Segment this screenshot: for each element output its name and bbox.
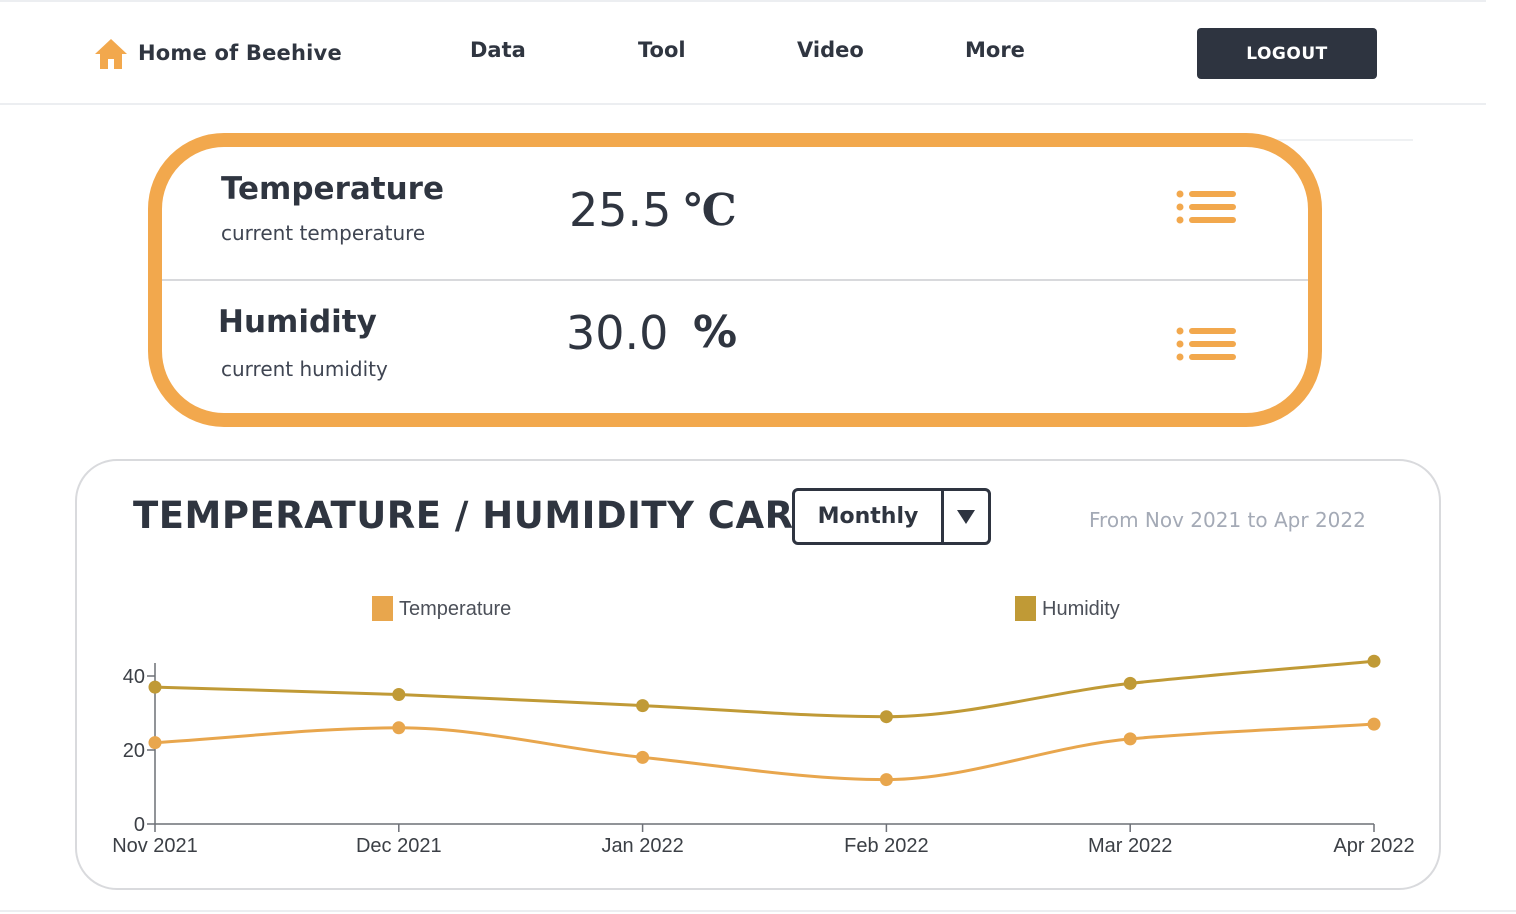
- list-icon[interactable]: [1176, 327, 1238, 363]
- temperature-point: [1367, 717, 1381, 731]
- y-tick-label: 0: [134, 814, 145, 836]
- humidity-series-line: [154, 659, 1375, 719]
- humidity-legend-label: Humidity: [1042, 598, 1120, 620]
- period-select-value: Monthly: [817, 504, 919, 529]
- y-tick-label: 20: [123, 740, 145, 762]
- x-tick-label: Feb 2022: [844, 835, 929, 857]
- temperature-title: Temperature: [221, 171, 444, 207]
- x-tick-label: Mar 2022: [1088, 835, 1173, 857]
- chart-title: TEMPERATURE / HUMIDITY CARVE: [133, 494, 849, 537]
- humidity-value: 30.0: [566, 306, 669, 360]
- nav-video[interactable]: Video: [797, 38, 864, 62]
- period-select[interactable]: Monthly: [792, 488, 991, 545]
- divider: [0, 910, 1516, 912]
- date-range: From Nov 2021 to Apr 2022: [1089, 508, 1366, 532]
- humidity-point: [636, 699, 650, 713]
- humidity-point: [392, 688, 406, 701]
- x-tick-label: Nov 2021: [112, 835, 198, 857]
- humidity-point: [879, 710, 893, 724]
- current-readings-card: Temperature current temperature 25.5 ℃ H…: [148, 133, 1322, 427]
- x-tick-label: Jan 2022: [601, 835, 683, 857]
- temperature-legend-swatch: [372, 596, 393, 621]
- temperature-legend-label: Temperature: [399, 598, 511, 620]
- logout-button[interactable]: LOGOUT: [1197, 28, 1377, 79]
- home-link[interactable]: Home of Beehive: [94, 36, 342, 70]
- temperature-point: [1123, 732, 1137, 746]
- temperature-value: 25.5: [569, 183, 672, 237]
- humidity-subtitle: current humidity: [221, 357, 388, 381]
- y-tick-label: 40: [123, 666, 145, 688]
- x-tick-label: Dec 2021: [356, 835, 442, 857]
- top-navigation: Home of Beehive Data Tool Video More LOG…: [0, 0, 1486, 105]
- brand-label: Home of Beehive: [138, 41, 342, 65]
- temperature-subtitle: current temperature: [221, 221, 426, 245]
- home-icon: [95, 39, 127, 69]
- humidity-title: Humidity: [218, 304, 377, 340]
- humidity-point: [1123, 676, 1137, 690]
- humidity-legend-swatch: [1015, 596, 1036, 621]
- temperature-series-line: [154, 722, 1375, 782]
- humidity-unit: %: [693, 307, 738, 358]
- temperature-point: [879, 773, 893, 787]
- humidity-point: [148, 680, 162, 694]
- chevron-down-icon[interactable]: [941, 491, 988, 542]
- readings-divider: [162, 279, 1308, 281]
- nav-data[interactable]: Data: [470, 38, 526, 62]
- temperature-point: [148, 736, 162, 750]
- temperature-unit: ℃: [684, 185, 737, 236]
- list-icon[interactable]: [1176, 190, 1238, 226]
- humidity-point: [1367, 654, 1381, 668]
- temperature-point: [392, 721, 406, 735]
- temperature-point: [636, 750, 650, 764]
- line-chart: 0 20 40 Nov 2021 Dec 2021 Jan 2022 Feb 2022 Mar…: [112, 596, 1415, 857]
- nav-tool[interactable]: Tool: [638, 38, 686, 62]
- nav-more[interactable]: More: [965, 38, 1025, 62]
- x-tick-label: Apr 2022: [1333, 835, 1414, 857]
